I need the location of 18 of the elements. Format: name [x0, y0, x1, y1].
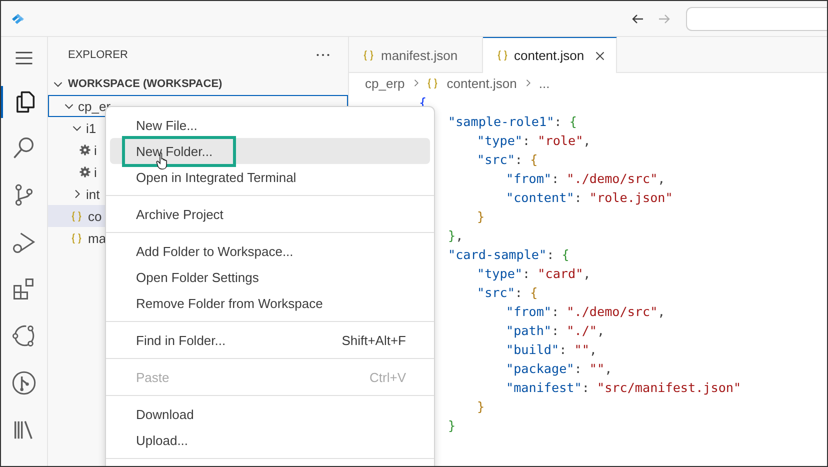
code-line: "type": "card",: [477, 266, 591, 281]
code-line: "manifest": "src/manifest.json": [506, 380, 742, 395]
code-line: }: [477, 399, 485, 414]
code-line: },: [448, 228, 464, 243]
code-line: "sample-role1": {: [448, 114, 577, 129]
code-line: }: [448, 418, 456, 433]
code-line: "path": "./",: [506, 323, 605, 338]
code-line: "from": "./demo/src",: [506, 304, 666, 319]
code-line: }: [477, 209, 485, 224]
code-line: "content": "role.json": [506, 190, 673, 205]
code-line: "card-sample": {: [448, 247, 570, 262]
explorer-title: EXPLORER: [68, 49, 128, 61]
code-line: "src": {: [477, 152, 538, 167]
code-line: "type": "role",: [477, 133, 591, 148]
code-line: "build": "",: [506, 342, 598, 357]
code-line: "from": "./demo/src",: [506, 171, 666, 186]
code-line: "src": {: [477, 285, 538, 300]
code-line: "package": "",: [506, 361, 612, 376]
